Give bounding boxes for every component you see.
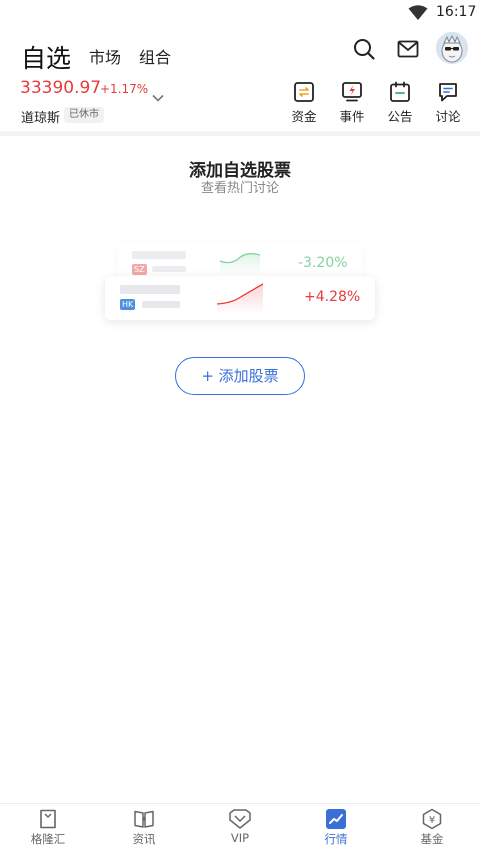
fund-icon: ¥ — [422, 808, 442, 830]
discussion-icon — [439, 83, 457, 102]
example-change: +4.28% — [304, 289, 361, 305]
quick-action-funds[interactable]: 资金 — [284, 81, 324, 125]
bottom-nav: 格隆汇 资讯 VIP 行情 ¥ 基金 — [0, 803, 480, 853]
quick-action-label: 事件 — [339, 109, 365, 124]
quick-action-events[interactable]: 事件 — [332, 81, 372, 125]
example-change: -3.20% — [298, 255, 348, 271]
quick-action-label: 讨论 — [435, 109, 461, 124]
nav-label: 格隆汇 — [30, 832, 66, 846]
nav-label: 资讯 — [132, 832, 156, 846]
chevron-down-icon[interactable] — [151, 93, 165, 103]
market-status-badge: 已休市 — [64, 107, 104, 123]
status-bar: 16:17 — [0, 0, 480, 26]
nav-item-vip[interactable]: VIP — [210, 808, 270, 845]
tab-watchlist[interactable]: 自选 — [21, 39, 71, 75]
placeholder-bar — [152, 266, 186, 272]
placeholder-bar — [120, 285, 180, 294]
nav-item-quotes[interactable]: 行情 — [306, 808, 366, 847]
quick-action-label: 公告 — [387, 109, 413, 124]
wifi-icon — [408, 5, 428, 20]
nav-label: 行情 — [324, 832, 348, 846]
placeholder-bar — [142, 301, 180, 308]
announcement-icon — [390, 81, 410, 102]
search-icon[interactable] — [352, 37, 376, 61]
quotes-icon — [326, 809, 346, 829]
nav-label: VIP — [230, 831, 250, 845]
nav-item-news[interactable]: 资讯 — [114, 808, 174, 847]
nav-item-gelonghui[interactable]: 格隆汇 — [18, 808, 78, 847]
placeholder-bar — [132, 251, 186, 259]
gelonghui-icon — [40, 809, 56, 829]
sparkline-down — [220, 253, 260, 275]
avatar[interactable] — [436, 32, 468, 64]
market-tag: HK — [120, 299, 136, 310]
avatar-icon — [436, 32, 468, 64]
market-tag: SZ — [132, 264, 147, 275]
header: 自选 市场 组合 33390.97 +1.17% 道琼斯 已休市 资金 事件 公… — [0, 26, 480, 132]
sparkline-up — [217, 283, 263, 314]
add-stock-button[interactable]: + 添加股票 — [175, 357, 305, 395]
quick-action-label: 资金 — [291, 109, 317, 124]
events-icon — [342, 82, 362, 102]
news-icon — [134, 810, 154, 828]
section-divider — [0, 131, 480, 136]
example-stock-card: HK +4.28% — [105, 276, 375, 320]
status-time: 16:17 — [436, 4, 477, 20]
vip-icon — [229, 809, 251, 829]
nav-label: 基金 — [420, 832, 444, 846]
index-name: 道琼斯 — [21, 111, 61, 126]
quick-action-announcements[interactable]: 公告 — [380, 81, 420, 125]
svg-text:¥: ¥ — [429, 815, 435, 826]
index-change: +1.17% — [100, 82, 149, 96]
mail-icon[interactable] — [396, 37, 420, 61]
tab-market[interactable]: 市场 — [89, 44, 121, 68]
quick-action-discussion[interactable]: 讨论 — [428, 81, 468, 125]
index-value[interactable]: 33390.97 — [20, 78, 101, 98]
funds-icon — [294, 82, 314, 102]
nav-item-fund[interactable]: ¥ 基金 — [402, 808, 462, 847]
tab-portfolio[interactable]: 组合 — [139, 44, 171, 68]
empty-state-subtitle: 查看热门讨论 — [200, 181, 279, 196]
